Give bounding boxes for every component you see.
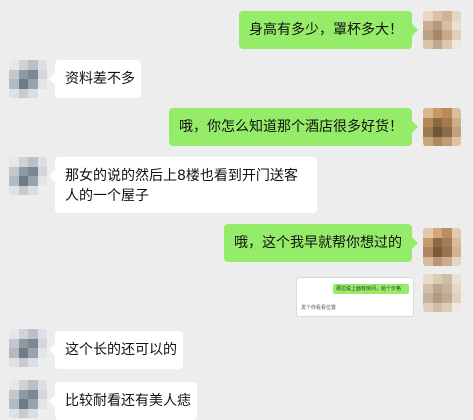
message-text: 哦，你怎么知道那个酒店很多好货！ — [179, 119, 403, 135]
message-bubble-incoming[interactable]: 这个长的还可以的 — [49, 331, 183, 369]
message-bubble-incoming[interactable]: 那女的说的然后上8楼也看到开门送客人的一个屋子 — [49, 157, 317, 213]
quoted-bubble: 那边说上面有房间，给个价格 — [333, 284, 409, 294]
avatar[interactable] — [423, 274, 461, 312]
avatar[interactable] — [423, 11, 461, 49]
message-bubble-outgoing[interactable]: 身高有多少，罩杯多大！ — [239, 11, 418, 49]
avatar[interactable] — [423, 108, 461, 146]
message-bubble-outgoing[interactable]: 哦，你怎么知道那个酒店很多好货！ — [169, 108, 418, 146]
avatar[interactable] — [9, 329, 47, 367]
avatar[interactable] — [9, 60, 47, 98]
message-text: 资料差不多 — [65, 71, 135, 87]
message-text: 这个长的还可以的 — [65, 342, 177, 358]
message-bubble-incoming[interactable]: 资料差不多 — [49, 60, 141, 98]
quoted-caption: 发个你看看位置 — [301, 305, 337, 311]
message-text: 身高有多少，罩杯多大！ — [249, 22, 403, 38]
message-text: 那女的说的然后上8楼也看到开门送客人的一个屋子 — [65, 168, 298, 204]
message-bubble-incoming[interactable]: 比较耐看还有美人痣 — [49, 382, 197, 420]
avatar[interactable] — [423, 228, 461, 266]
message-bubble-outgoing[interactable]: 哦，这个我早就帮你想过的 — [224, 224, 418, 262]
image-message[interactable]: 那边说上面有房间，给个价格 发个你看看位置 — [296, 277, 414, 317]
message-text: 比较耐看还有美人痣 — [65, 393, 191, 409]
avatar[interactable] — [9, 157, 47, 195]
message-text: 哦，这个我早就帮你想过的 — [234, 235, 402, 251]
avatar[interactable] — [9, 380, 47, 418]
